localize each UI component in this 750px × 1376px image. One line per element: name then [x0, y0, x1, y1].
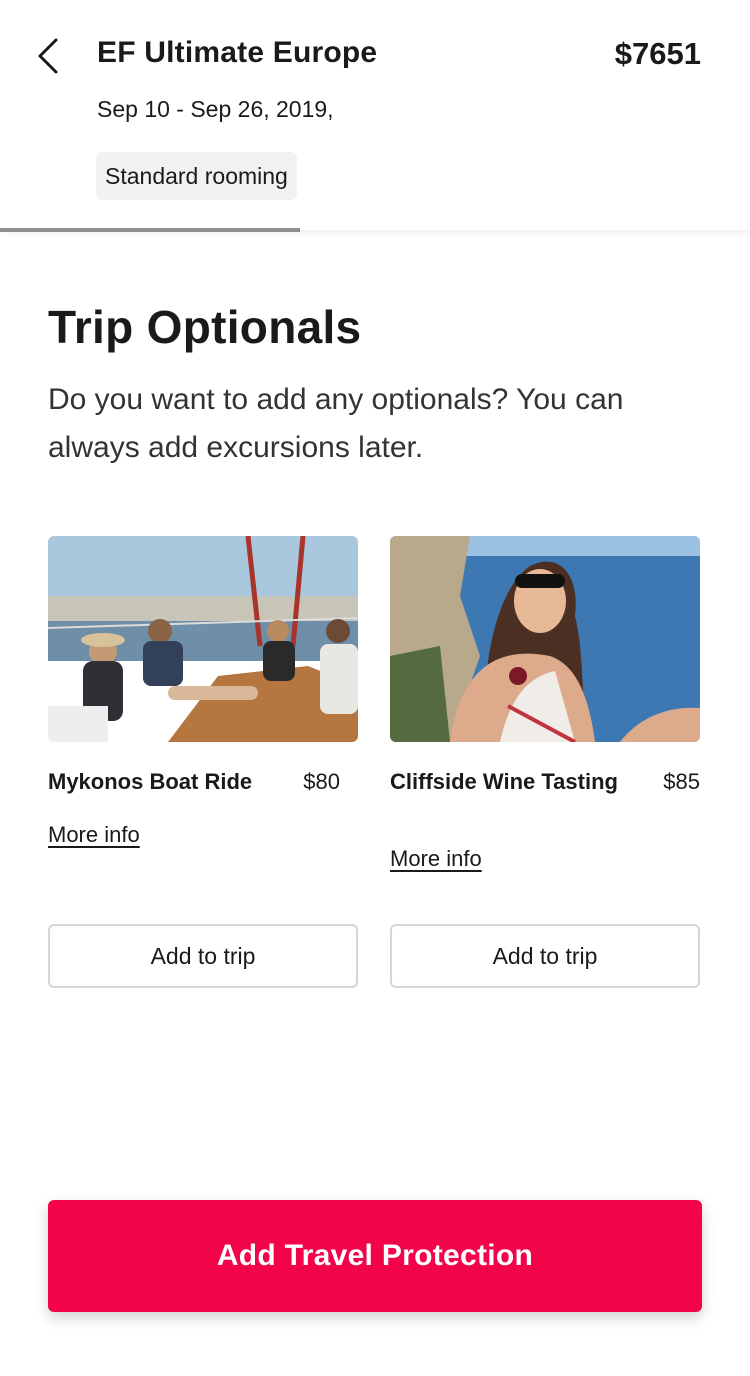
trip-price: $7651: [614, 36, 701, 71]
optional-card: Cliffside Wine Tasting $85 More info Add…: [390, 536, 700, 988]
trip-title: EF Ultimate Europe: [97, 36, 378, 69]
page-title: Trip Optionals: [48, 301, 362, 353]
optional-price: $80: [303, 769, 340, 794]
optional-price: $85: [663, 769, 700, 794]
optional-card: Mykonos Boat Ride $80 More info Add to t…: [48, 536, 358, 988]
back-button[interactable]: [28, 34, 68, 78]
optional-name: Cliffside Wine Tasting: [390, 769, 618, 794]
add-travel-protection-button[interactable]: Add Travel Protection: [48, 1200, 702, 1312]
page-description: Do you want to add any optionals? You ca…: [48, 383, 624, 464]
wine-tasting-photo: [390, 536, 700, 742]
boat-ride-photo: [48, 536, 358, 742]
optional-name: Mykonos Boat Ride: [48, 769, 253, 794]
add-to-trip-button[interactable]: Add to trip: [48, 924, 358, 988]
add-to-trip-button[interactable]: Add to trip: [390, 924, 700, 988]
trip-header: EF Ultimate Europe $7651 Sep 10 - Sep 26…: [0, 0, 750, 230]
chevron-left-icon: [38, 38, 58, 74]
trip-dates: Sep 10 - Sep 26, 2019,: [97, 96, 334, 122]
more-info-link[interactable]: More info: [390, 846, 482, 872]
more-info-link[interactable]: More info: [48, 822, 140, 848]
rooming-badge: Standard rooming: [96, 152, 297, 200]
progress-bar: [0, 228, 300, 232]
